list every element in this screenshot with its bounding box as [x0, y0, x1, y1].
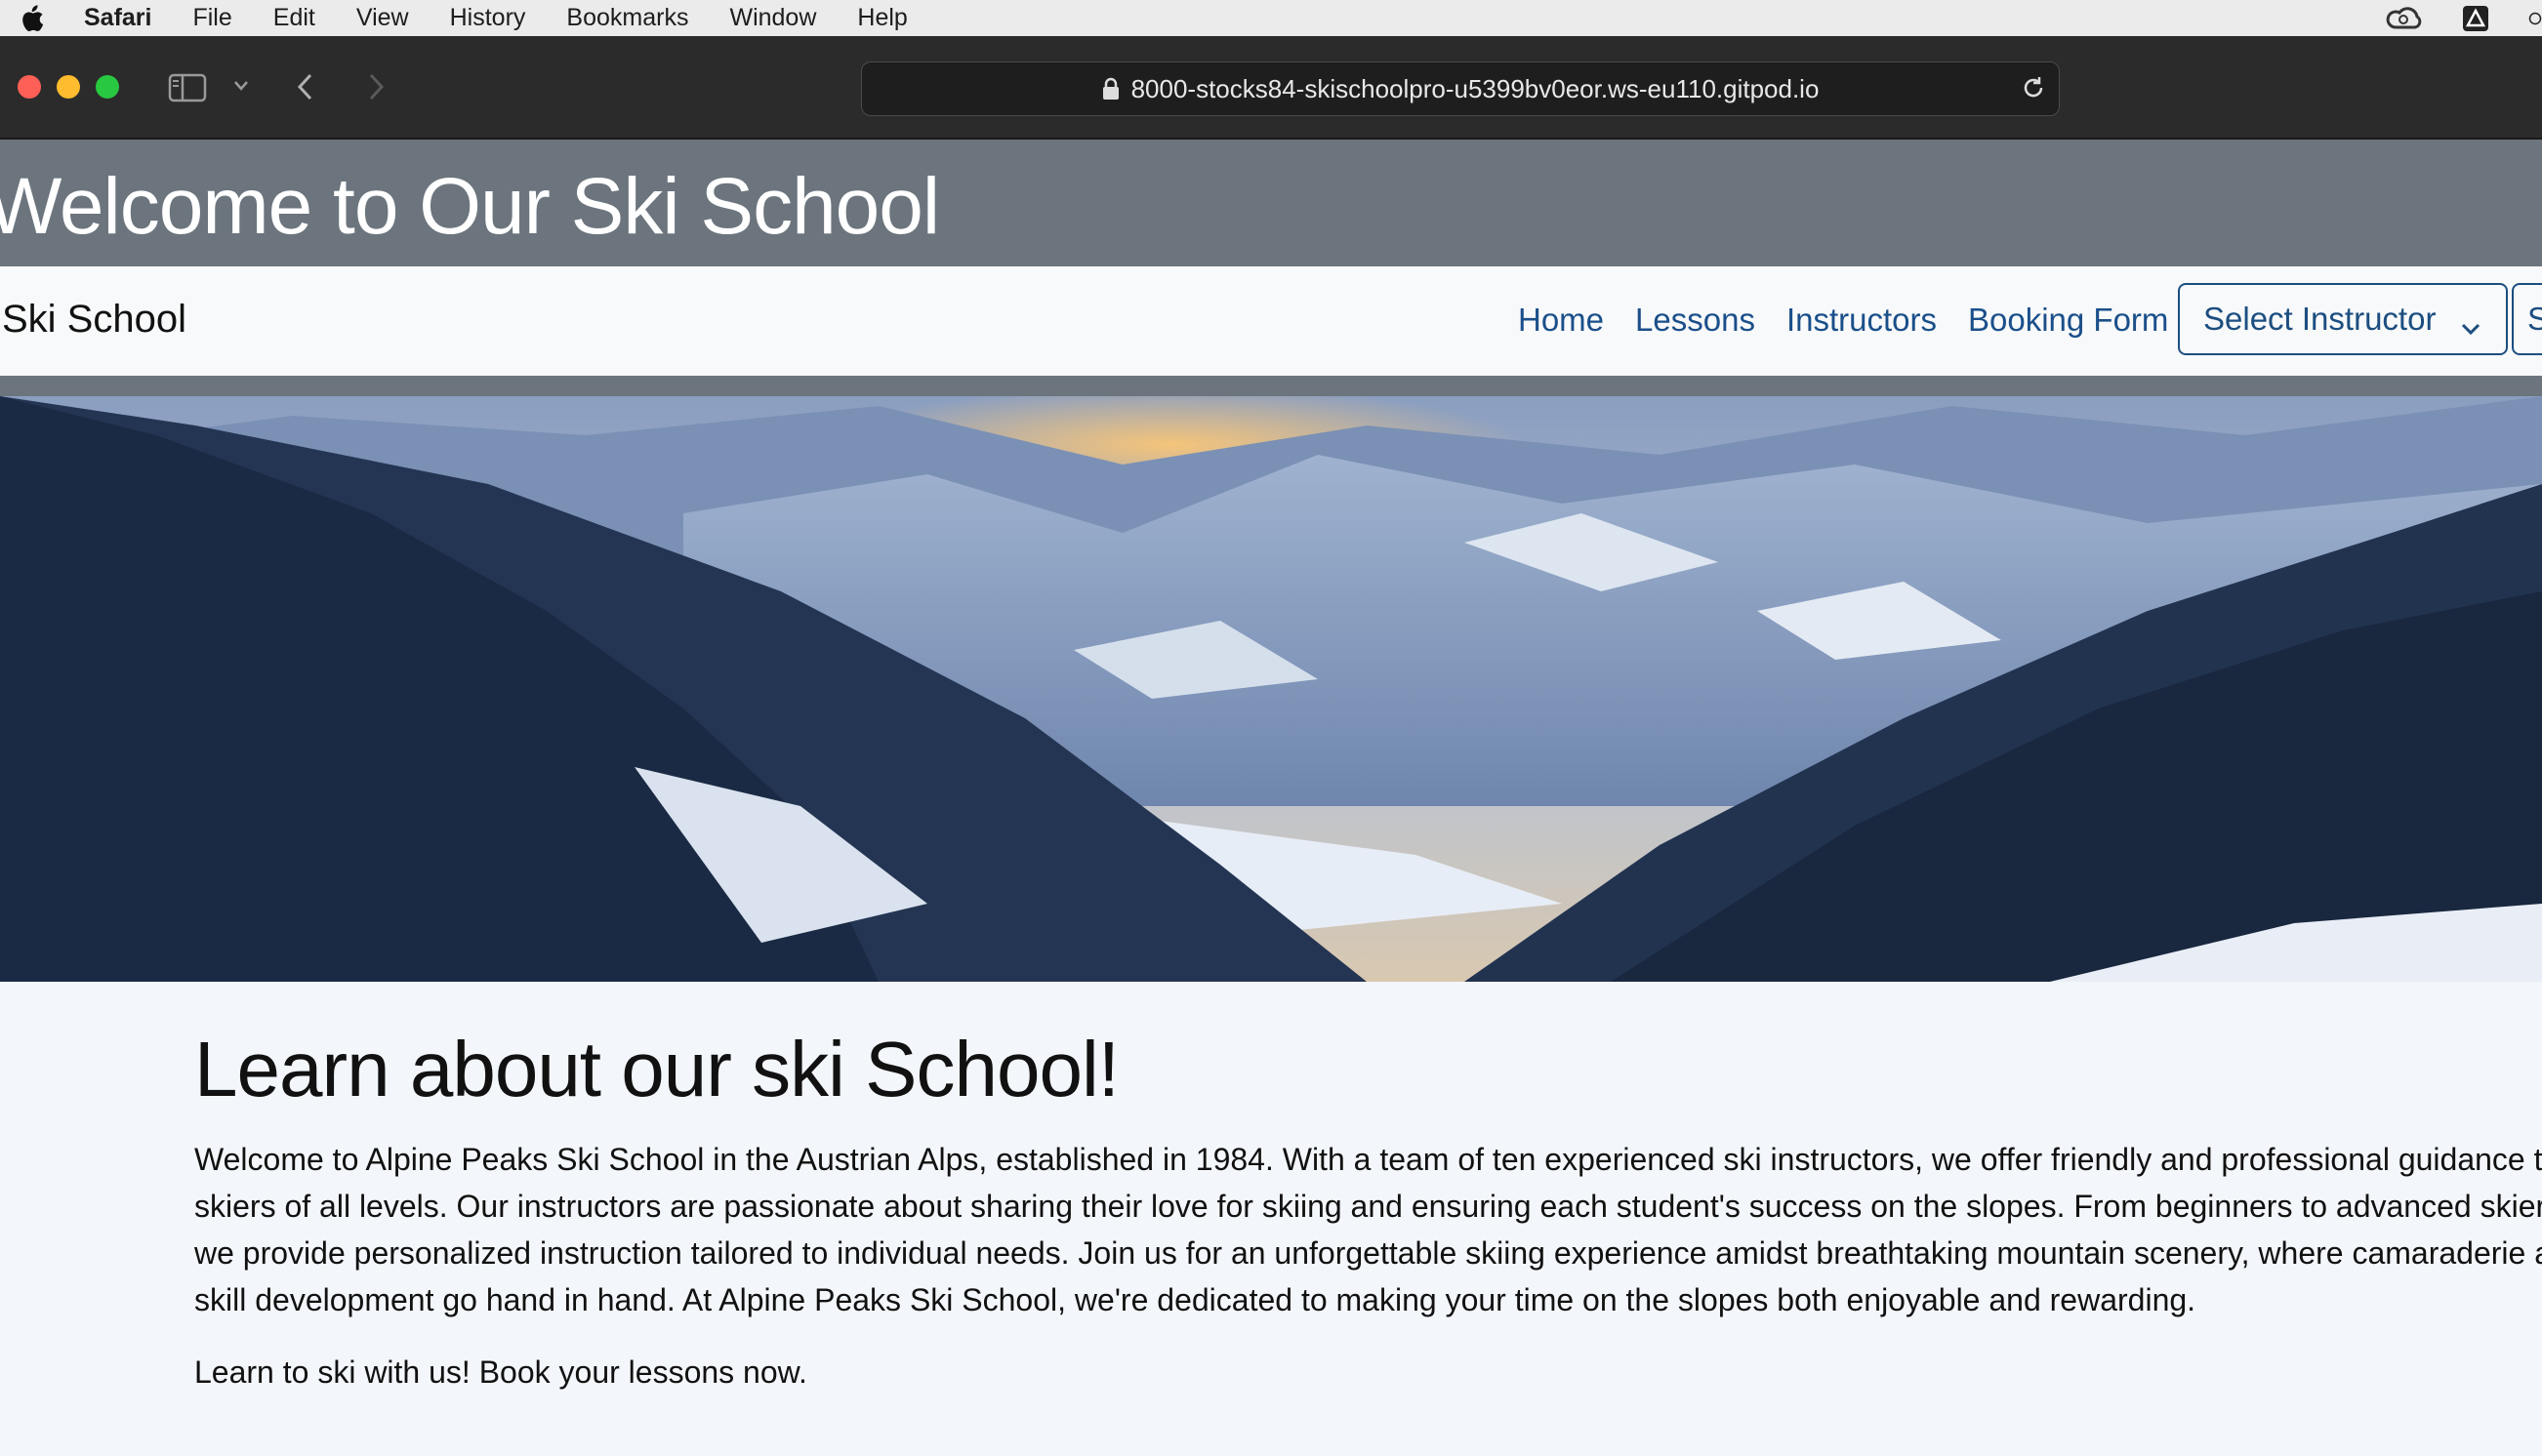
- browser-toolbar: 8000-stocks84-skischoolpro-u5399bv0eor.w…: [0, 36, 2542, 140]
- section-title: Learn about our ski School!: [194, 1026, 1120, 1112]
- sidebar-toggle-icon[interactable]: [168, 73, 207, 102]
- chevron-down-icon: [2459, 308, 2482, 345]
- forward-arrow-icon[interactable]: [365, 71, 387, 102]
- menu-edit[interactable]: Edit: [273, 4, 315, 32]
- page-title: Welcome to Our Ski School: [0, 162, 940, 251]
- hero-image: [0, 396, 2542, 982]
- close-window-button[interactable]: [18, 75, 41, 99]
- cta-text: Learn to ski with us! Book your lessons …: [194, 1355, 807, 1390]
- nav-link-lessons[interactable]: Lessons: [1635, 302, 1755, 339]
- menu-history[interactable]: History: [450, 4, 526, 32]
- navbar-divider: [0, 376, 2542, 396]
- nav-link-instructors[interactable]: Instructors: [1786, 302, 1937, 339]
- creative-cloud-icon[interactable]: [2384, 4, 2423, 33]
- url-text: 8000-stocks84-skischoolpro-u5399bv0eor.w…: [1130, 73, 1820, 103]
- select-instructor-label: Select Instructor: [2203, 301, 2437, 337]
- nav-link-booking-form[interactable]: Booking Form: [1968, 302, 2168, 339]
- menu-file[interactable]: File: [192, 4, 231, 32]
- select-instructor-dropdown[interactable]: Select Instructor: [2178, 283, 2508, 355]
- apple-logo-icon[interactable]: [18, 4, 45, 33]
- intro-paragraph: Welcome to Alpine Peaks Ski School in th…: [194, 1142, 2542, 1317]
- menu-help[interactable]: Help: [857, 4, 907, 32]
- status-menu-icon[interactable]: [2528, 4, 2542, 33]
- menu-safari[interactable]: Safari: [84, 4, 151, 32]
- menu-window[interactable]: Window: [729, 4, 816, 32]
- reload-icon[interactable]: [2020, 74, 2047, 108]
- site-navbar: Ski School Home Lessons Instructors Book…: [0, 266, 2542, 376]
- second-dropdown[interactable]: S: [2512, 283, 2542, 355]
- second-dropdown-label: S: [2527, 301, 2542, 337]
- navbar-brand[interactable]: Ski School: [2, 298, 186, 342]
- back-arrow-icon[interactable]: [295, 71, 316, 102]
- address-bar[interactable]: 8000-stocks84-skischoolpro-u5399bv0eor.w…: [861, 61, 2060, 116]
- menu-bookmarks[interactable]: Bookmarks: [566, 4, 688, 32]
- menu-view[interactable]: View: [356, 4, 409, 32]
- macos-menu-bar: Safari File Edit View History Bookmarks …: [0, 0, 2542, 36]
- page-header: Welcome to Our Ski School: [0, 140, 2542, 266]
- nav-link-home[interactable]: Home: [1518, 302, 1604, 339]
- chevron-down-icon[interactable]: [232, 79, 250, 93]
- minimize-window-button[interactable]: [57, 75, 80, 99]
- about-section: Learn about our ski School! Welcome to A…: [194, 1025, 2542, 1391]
- drive-icon[interactable]: [2456, 4, 2495, 33]
- nav-links: Home Lessons Instructors Booking Form: [1518, 302, 2199, 339]
- zoom-window-button[interactable]: [96, 75, 119, 99]
- lock-icon: [1102, 77, 1120, 101]
